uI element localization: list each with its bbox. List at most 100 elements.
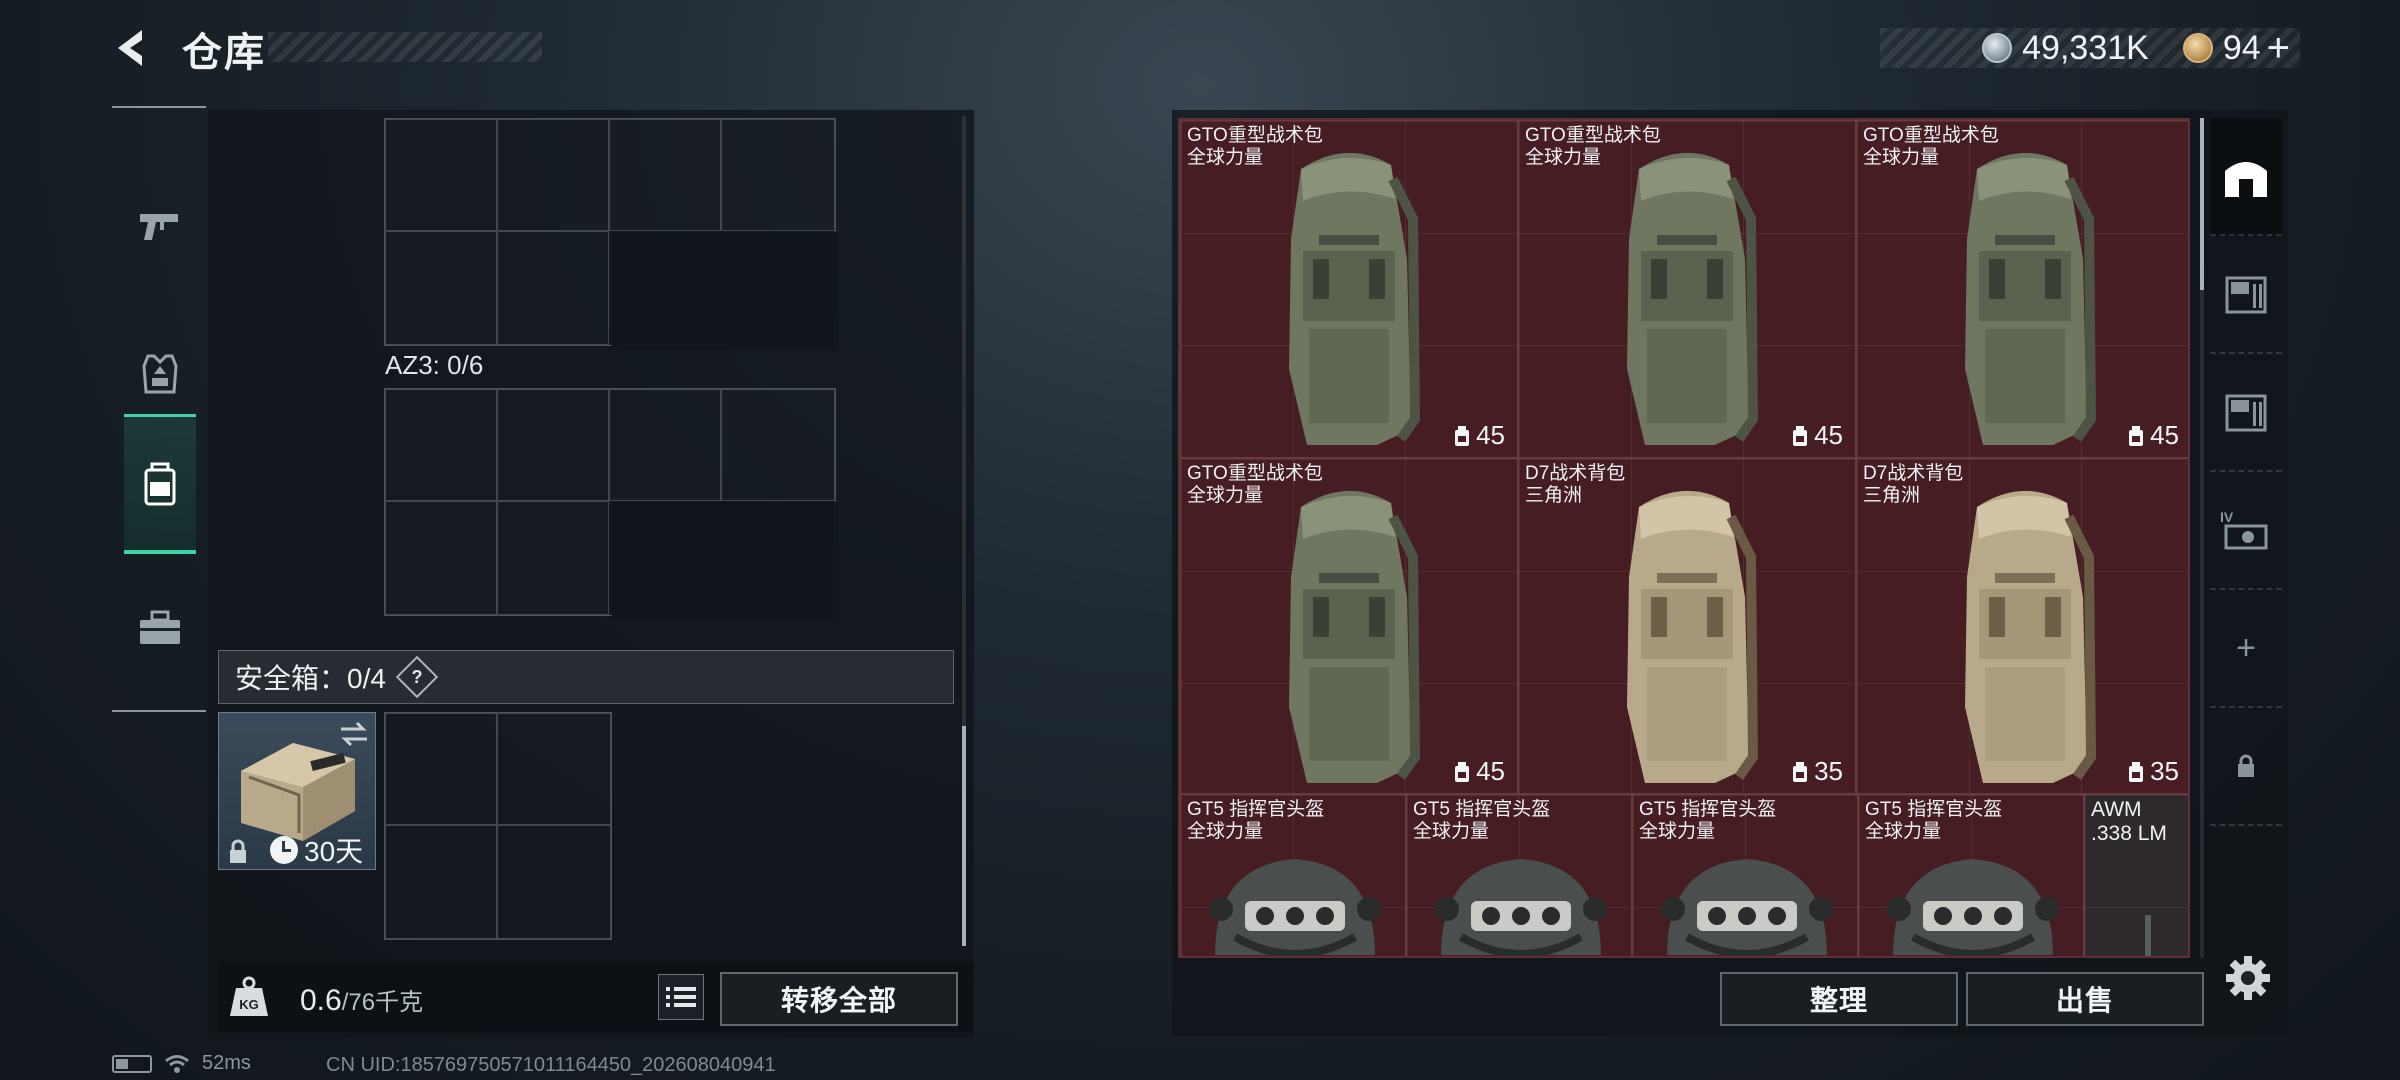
container-scrollbar[interactable]	[962, 726, 966, 946]
add-currency-button[interactable]: +	[2267, 26, 2290, 71]
storage-item[interactable]: AWM .338 LM	[2084, 794, 2188, 956]
tab-equipment[interactable]	[124, 558, 196, 698]
grid-slot[interactable]	[497, 501, 609, 615]
grid-slot[interactable]	[497, 713, 611, 825]
clock-icon	[270, 836, 298, 864]
item-origin: 全球力量	[1863, 147, 1940, 168]
silver-currency-value: 49,331K	[2022, 28, 2149, 67]
side-tab-storage-1[interactable]	[2210, 236, 2282, 354]
ammo-image	[2145, 915, 2151, 956]
grid-slot[interactable]	[385, 825, 497, 939]
side-tab-storage-2[interactable]	[2210, 354, 2282, 472]
item-origin: 全球力量	[1187, 485, 1264, 506]
side-tab-warehouse[interactable]	[2210, 118, 2282, 236]
svg-text:IV: IV	[2220, 509, 2234, 525]
backpack-image	[1965, 152, 2097, 445]
item-name: GT5 指挥官头盔	[1865, 799, 2003, 820]
grid-slot[interactable]	[497, 231, 609, 345]
grid-slot[interactable]	[609, 389, 721, 501]
tab-backpacks[interactable]	[124, 414, 196, 554]
helmet-image	[1209, 859, 1381, 956]
item-origin: 三角洲	[1863, 485, 1921, 506]
grid-slot[interactable]	[497, 119, 609, 231]
storage-iv-icon: IV	[2220, 509, 2268, 550]
storage-item[interactable]: GT5 指挥官头盔 全球力量	[1406, 794, 1632, 956]
toolbox-icon	[140, 610, 180, 644]
grid-slot[interactable]	[385, 389, 497, 501]
transfer-all-button[interactable]: 转移全部	[720, 972, 958, 1026]
item-name: GTO重型战术包	[1187, 463, 1323, 484]
item-capacity: 45	[1792, 420, 1843, 451]
item-name: GTO重型战术包	[1863, 125, 1999, 146]
storage-item[interactable]: GTO重型战术包 全球力量 45	[1180, 120, 1518, 458]
item-capacity: 45	[1454, 756, 1505, 787]
item-origin: 全球力量	[1525, 147, 1602, 168]
grid-slot[interactable]	[385, 119, 497, 231]
warehouse-icon	[2225, 162, 2267, 197]
help-icon[interactable]: ?	[395, 655, 439, 699]
item-capacity: 45	[2128, 420, 2179, 451]
weight-max: /76千克	[341, 989, 424, 1016]
item-name: GT5 指挥官头盔	[1187, 799, 1325, 820]
backpack-image	[1289, 152, 1421, 445]
backpack-capacity-icon	[1455, 425, 1470, 446]
list-view-button[interactable]	[658, 974, 704, 1020]
storage-scrollbar[interactable]	[2200, 118, 2204, 290]
storage-side-tabs: IV +	[2210, 118, 2282, 958]
backpack-capacity-icon	[1793, 761, 1808, 782]
side-tab-storage-iv[interactable]: IV	[2210, 472, 2282, 590]
helmet-image	[1661, 859, 1833, 956]
grid-slot[interactable]	[385, 231, 497, 345]
grid-slot[interactable]	[609, 119, 721, 231]
page-title: 仓库	[182, 31, 266, 75]
grid-mask	[612, 502, 838, 620]
sort-button[interactable]: 整理	[1720, 972, 1958, 1026]
storage-item[interactable]: GTO重型战术包 全球力量 45	[1518, 120, 1856, 458]
weight-current: 0.6	[300, 984, 342, 1017]
safe-box-grid	[384, 712, 612, 940]
item-capacity: 45	[1454, 420, 1505, 451]
backpack-image	[1627, 152, 1759, 445]
item-origin: 全球力量	[1187, 821, 1264, 842]
gold-coin-icon	[2182, 33, 2213, 63]
item-origin: 三角洲	[1525, 485, 1583, 506]
sell-button[interactable]: 出售	[1966, 972, 2204, 1026]
currency-bar: 49,331K 94 +	[1880, 26, 2300, 71]
safe-box-label: 安全箱：0/4	[235, 663, 386, 694]
item-name: GT5 指挥官头盔	[1639, 799, 1777, 820]
storage-item[interactable]: GTO重型战术包 全球力量 45	[1180, 458, 1518, 794]
helmet-image	[1887, 859, 2059, 956]
grid-slot[interactable]	[721, 119, 835, 231]
storage-item[interactable]: GT5 指挥官头盔 全球力量	[1180, 794, 1406, 956]
storage-item[interactable]: D7战术背包 三角洲 35	[1518, 458, 1856, 794]
grid-slot[interactable]	[385, 713, 497, 825]
item-origin: .338 LM	[2091, 822, 2167, 845]
settings-gear-icon[interactable]	[2224, 954, 2272, 1002]
tab-weapons[interactable]	[124, 156, 196, 296]
back-arrow-icon[interactable]	[108, 24, 156, 72]
backpack-capacity-icon	[1455, 761, 1470, 782]
az3-capacity-label: AZ3: 0/6	[385, 350, 484, 380]
lock-icon	[2238, 754, 2254, 777]
item-name: GT5 指挥官头盔	[1413, 799, 1551, 820]
backpack-capacity-icon	[1793, 425, 1808, 446]
storage-item[interactable]: D7战术背包 三角洲 35	[1856, 458, 2188, 794]
lock-icon	[230, 839, 246, 863]
storage-item[interactable]: GT5 指挥官头盔 全球力量	[1632, 794, 1858, 956]
storage-crate-icon	[2225, 394, 2267, 432]
storage-item[interactable]: GT5 指挥官头盔 全球力量	[1858, 794, 2084, 956]
item-name: AWM	[2091, 798, 2142, 821]
grid-slot[interactable]	[385, 501, 497, 615]
backpack-capacity-icon	[2129, 425, 2144, 446]
item-name: GTO重型战术包	[1525, 125, 1661, 146]
side-tab-add[interactable]: +	[2210, 590, 2282, 708]
battery-icon	[112, 1054, 152, 1073]
storage-item[interactable]: GTO重型战术包 全球力量 45	[1856, 120, 2188, 458]
grid-slot[interactable]	[497, 825, 611, 939]
svg-text:KG: KG	[239, 997, 259, 1012]
swap-icon[interactable]	[337, 719, 371, 749]
safe-box-header: 安全箱：0/4 ?	[218, 650, 954, 704]
grid-slot[interactable]	[497, 389, 609, 501]
grid-slot[interactable]	[721, 389, 835, 501]
side-tab-locked[interactable]	[2210, 708, 2282, 826]
